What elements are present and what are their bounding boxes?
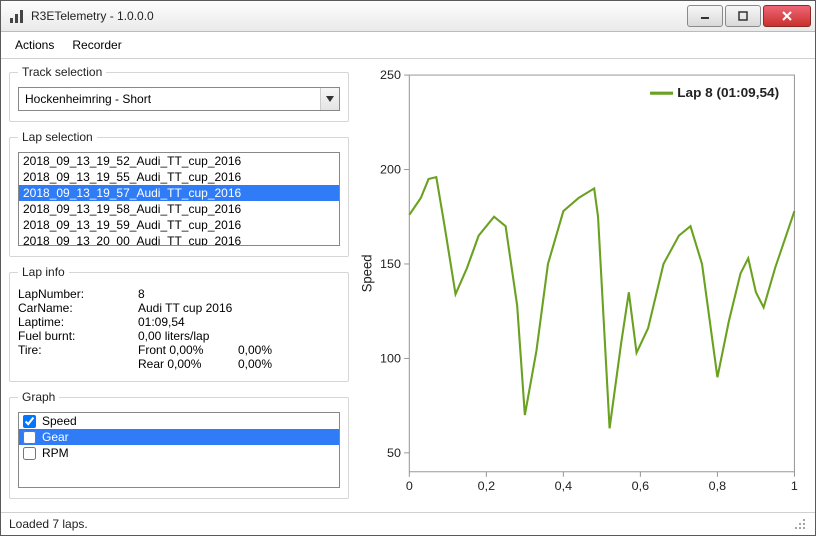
lap-selection-legend: Lap selection: [18, 130, 97, 144]
titlebar: R3ETelemetry - 1.0.0.0: [1, 1, 815, 32]
tire-label: Tire:: [18, 343, 138, 357]
lap-info-grid: LapNumber: 8 CarName: Audi TT cup 2016 L…: [18, 287, 340, 371]
chart-panel: 50 100 150 200 250 0 0,2 0,4 0,6 0,8 1 Speed Lap 8 (…: [357, 65, 807, 508]
carname-label: CarName:: [18, 301, 138, 315]
menubar: Actions Recorder: [1, 32, 815, 59]
carname-value: Audi TT cup 2016: [138, 301, 308, 315]
lap-item[interactable]: 2018_09_13_19_55_Audi_TT_cup_2016: [19, 169, 339, 185]
app-window: R3ETelemetry - 1.0.0.0 Actions Recorder …: [0, 0, 816, 536]
series-label: Speed: [42, 414, 77, 428]
window-controls: [687, 5, 811, 27]
series-label: RPM: [42, 446, 69, 460]
graph-group: Graph Speed Gear RPM: [9, 390, 349, 499]
tire-front-value: Front 0,00%: [138, 343, 238, 357]
track-selection-legend: Track selection: [18, 65, 106, 79]
svg-text:0,6: 0,6: [632, 479, 650, 493]
lap-listbox[interactable]: 2018_09_13_19_52_Audi_TT_cup_20162018_09…: [18, 152, 340, 246]
series-checkbox[interactable]: [23, 431, 36, 444]
lap-info-group: Lap info LapNumber: 8 CarName: Audi TT c…: [9, 265, 349, 382]
client-area: Track selection Lap selection 2018_09_13…: [1, 59, 815, 512]
laptime-value: 01:09,54: [138, 315, 238, 329]
lapnumber-value: 8: [138, 287, 238, 301]
svg-text:0,2: 0,2: [478, 479, 496, 493]
lap-item[interactable]: 2018_09_13_19_59_Audi_TT_cup_2016: [19, 217, 339, 233]
svg-text:200: 200: [380, 163, 401, 177]
menu-actions[interactable]: Actions: [15, 38, 54, 52]
tire-rear-pct: 0,00%: [238, 357, 308, 371]
svg-text:0,4: 0,4: [555, 479, 573, 493]
series-checkbox[interactable]: [23, 415, 36, 428]
tire-front-pct: 0,00%: [238, 343, 308, 357]
laptime-label: Laptime:: [18, 315, 138, 329]
svg-text:0: 0: [406, 479, 413, 493]
fuel-value: 0,00 liters/lap: [138, 329, 238, 343]
series-item[interactable]: Gear: [19, 429, 339, 445]
svg-text:Lap 8 (01:09,54): Lap 8 (01:09,54): [677, 85, 779, 100]
series-checkbox[interactable]: [23, 447, 36, 460]
svg-text:150: 150: [380, 257, 401, 271]
speed-chart[interactable]: 50 100 150 200 250 0 0,2 0,4 0,6 0,8 1 Speed Lap 8 (…: [357, 65, 807, 508]
svg-text:0,8: 0,8: [709, 479, 727, 493]
app-icon: [9, 8, 25, 24]
menu-recorder[interactable]: Recorder: [72, 38, 121, 52]
series-item[interactable]: Speed: [19, 413, 339, 429]
lap-selection-group: Lap selection 2018_09_13_19_52_Audi_TT_c…: [9, 130, 349, 257]
svg-text:1: 1: [791, 479, 798, 493]
series-label: Gear: [42, 430, 69, 444]
lap-item[interactable]: 2018_09_13_19_57_Audi_TT_cup_2016: [19, 185, 339, 201]
lap-info-legend: Lap info: [18, 265, 69, 279]
lap-item[interactable]: 2018_09_13_19_52_Audi_TT_cup_2016: [19, 153, 339, 169]
lapnumber-label: LapNumber:: [18, 287, 138, 301]
status-text: Loaded 7 laps.: [9, 517, 88, 531]
svg-text:50: 50: [387, 446, 401, 460]
series-item[interactable]: RPM: [19, 445, 339, 461]
maximize-button[interactable]: [725, 5, 761, 27]
chevron-down-icon[interactable]: [320, 88, 339, 110]
resize-grip-icon[interactable]: [793, 517, 807, 531]
svg-text:Speed: Speed: [359, 255, 374, 293]
fuel-label: Fuel burnt:: [18, 329, 138, 343]
graph-legend: Graph: [18, 390, 59, 404]
graph-series-listbox[interactable]: Speed Gear RPM: [18, 412, 340, 488]
left-panel: Track selection Lap selection 2018_09_13…: [9, 65, 349, 508]
svg-text:250: 250: [380, 68, 401, 82]
track-combo[interactable]: [18, 87, 340, 111]
minimize-button[interactable]: [687, 5, 723, 27]
tire-rear-value: Rear 0,00%: [138, 357, 238, 371]
close-button[interactable]: [763, 5, 811, 27]
track-input[interactable]: [19, 88, 320, 110]
lap-item[interactable]: 2018_09_13_19_58_Audi_TT_cup_2016: [19, 201, 339, 217]
lap-item[interactable]: 2018_09_13_20_00_Audi_TT_cup_2016: [19, 233, 339, 246]
statusbar: Loaded 7 laps.: [1, 512, 815, 535]
svg-text:100: 100: [380, 352, 401, 366]
window-title: R3ETelemetry - 1.0.0.0: [31, 9, 687, 23]
track-selection-group: Track selection: [9, 65, 349, 122]
